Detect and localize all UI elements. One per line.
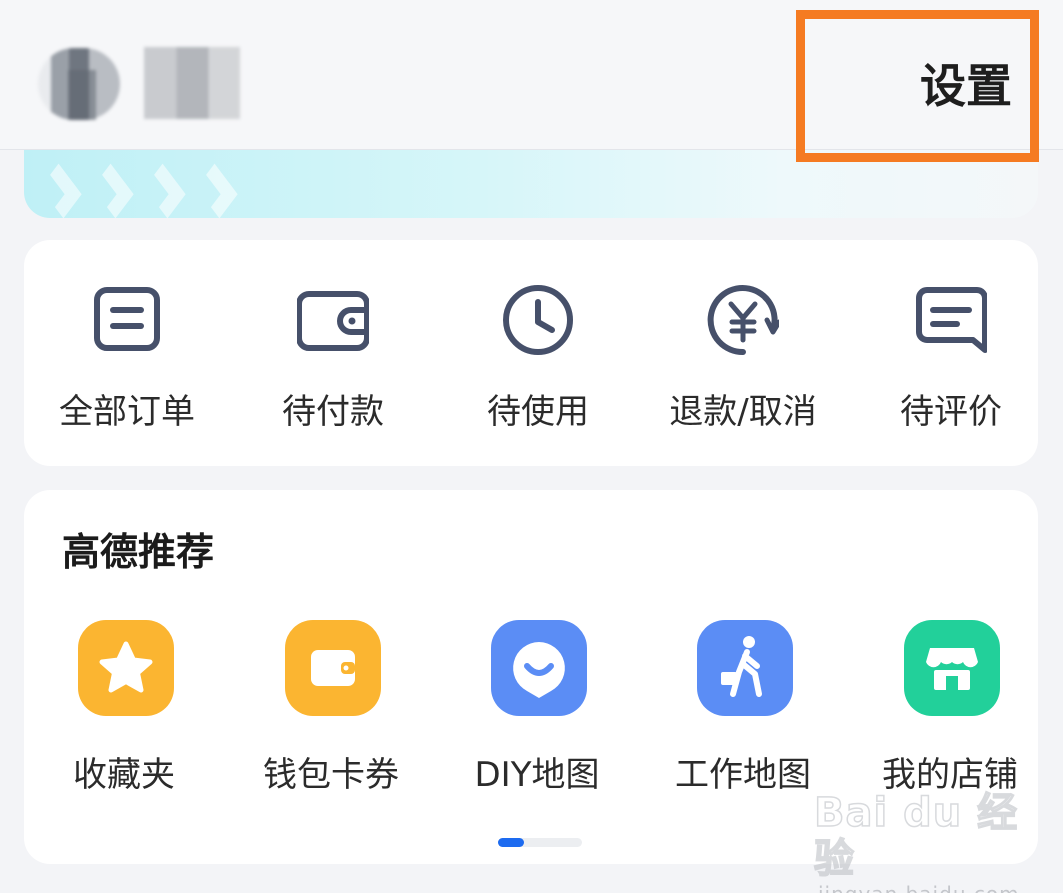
order-pending-payment[interactable]: 待付款: [233, 280, 433, 440]
order-all-label: 全部订单: [59, 392, 195, 432]
order-all[interactable]: 全部订单: [27, 280, 227, 440]
star-icon: [78, 620, 174, 716]
recommend-title: 高德推荐: [62, 530, 215, 574]
highlight-annotation-box: [796, 10, 1039, 162]
rec-work-map-label: 工作地图: [675, 755, 811, 795]
order-pending-use[interactable]: 待使用: [438, 280, 638, 440]
rec-my-shop[interactable]: 我的店铺: [850, 620, 1050, 800]
rec-favorites-label: 收藏夹: [73, 755, 175, 795]
clock-icon: [503, 285, 573, 355]
rec-wallet-coupons[interactable]: 钱包卡券: [231, 620, 431, 800]
page-indicator[interactable]: [498, 838, 582, 847]
order-refund-cancel[interactable]: 退款/取消: [643, 280, 843, 440]
decor-chevron: [40, 163, 82, 218]
wallet-card-icon: [285, 620, 381, 716]
watermark-main: Bai du 经验: [813, 789, 1019, 883]
wallet-icon: [297, 291, 369, 351]
shop-icon: [904, 620, 1000, 716]
page-indicator-active: [498, 838, 524, 847]
rec-diy-map-label: DIY地图: [474, 755, 600, 795]
smile-pin-icon: [491, 620, 587, 716]
rec-favorites[interactable]: 收藏夹: [24, 620, 224, 800]
username-blurred[interactable]: [144, 47, 240, 119]
yuan-refund-icon: [707, 285, 779, 356]
baidu-watermark: Bai du 经验 jingyan.baidu.com: [813, 789, 1044, 893]
comment-icon: [916, 287, 987, 353]
order-refund-cancel-label: 退款/取消: [669, 392, 817, 432]
order-pending-review[interactable]: 待评价: [851, 280, 1051, 440]
avatar[interactable]: [38, 48, 120, 120]
rec-work-map[interactable]: 工作地图: [643, 620, 843, 800]
orders-card: 全部订单 待付款 待使用 退款/取消 待评价: [24, 240, 1038, 466]
order-pending-review-label: 待评价: [900, 392, 1002, 432]
decor-chevron: [92, 163, 134, 218]
walker-briefcase-icon: [697, 620, 793, 716]
rec-diy-map[interactable]: DIY地图: [437, 620, 637, 800]
watermark-sub: jingyan.baidu.com: [814, 882, 1044, 893]
order-pending-use-label: 待使用: [487, 392, 589, 432]
decor-chevron: [196, 163, 238, 218]
order-pending-payment-label: 待付款: [282, 392, 384, 432]
rec-wallet-coupons-label: 钱包卡券: [263, 755, 399, 795]
decor-chevron: [144, 163, 186, 218]
order-list-icon: [94, 287, 160, 351]
